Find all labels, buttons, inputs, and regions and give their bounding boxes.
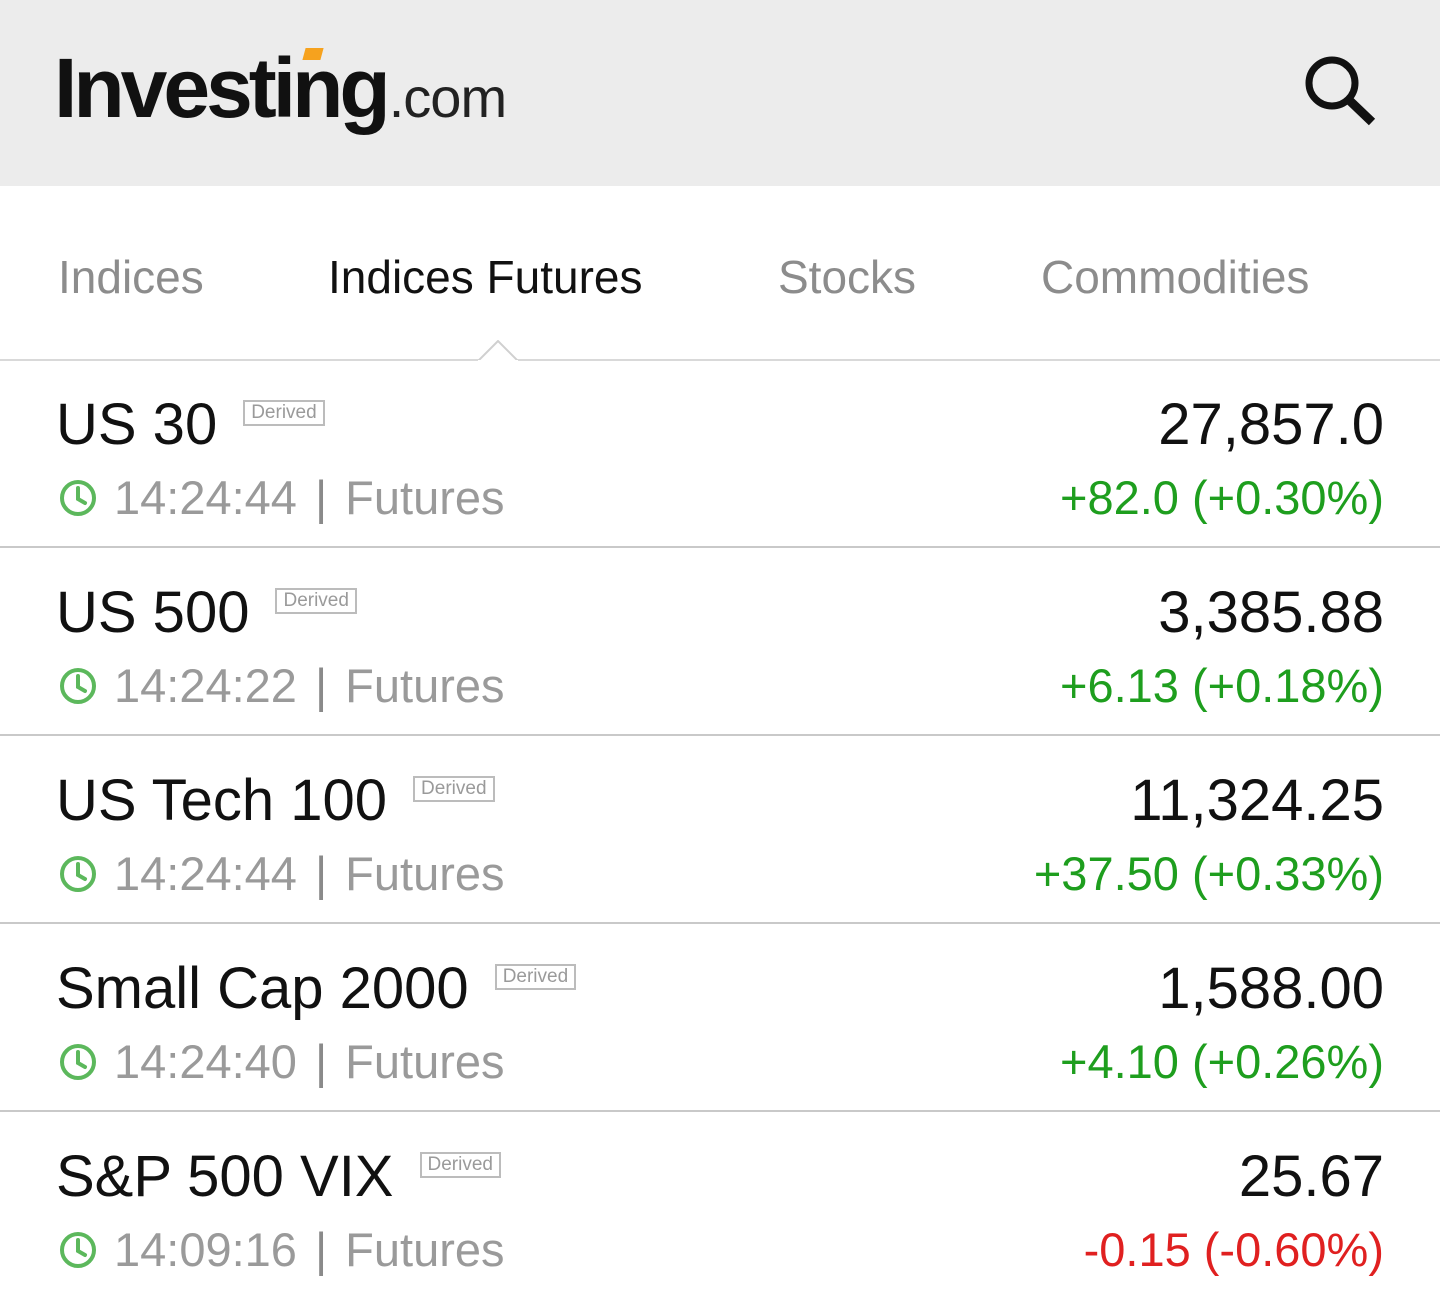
derived-badge: Derived xyxy=(275,588,357,614)
instrument-name: US Tech 100 xyxy=(56,768,388,833)
price-change: -0.15 (-0.60%) xyxy=(1083,1223,1384,1276)
quote-row[interactable]: S&P 500 VIX Derived 14:09:16 | Futures 25.6… xyxy=(0,1114,1440,1300)
instrument-type: Futures xyxy=(345,847,505,900)
quote-meta: 14:24:22 | Futures xyxy=(58,658,505,714)
tab-indices[interactable]: Indices xyxy=(58,250,204,304)
quote-meta: 14:24:44 | Futures xyxy=(58,470,505,526)
tabs-divider xyxy=(0,359,1440,361)
last-price: 11,324.25 xyxy=(1130,768,1384,833)
quote-meta: 14:09:16 | Futures xyxy=(58,1222,505,1278)
investing-logo[interactable]: Investing.com xyxy=(54,40,507,140)
quote-time: 14:24:44 xyxy=(114,847,297,900)
category-tabs: Indices Indices Futures Stocks Commoditi… xyxy=(0,186,1440,362)
quote-time: 14:24:40 xyxy=(114,1035,297,1088)
instrument-name-line: S&P 500 VIX Derived xyxy=(56,1144,501,1210)
clock-icon xyxy=(60,479,96,516)
active-tab-indicator xyxy=(478,340,518,362)
row-divider xyxy=(0,1110,1440,1112)
logo-wordmark: Investing xyxy=(54,41,391,135)
tab-stocks[interactable]: Stocks xyxy=(778,250,916,304)
quote-row[interactable]: US 500 Derived 14:24:22 | Futures 3,385.88 … xyxy=(0,550,1440,736)
meta-separator: | xyxy=(314,659,328,712)
instrument-name-line: US Tech 100 Derived xyxy=(56,768,495,834)
row-divider xyxy=(0,922,1440,924)
meta-separator: | xyxy=(314,1035,328,1088)
search-icon xyxy=(1305,56,1376,126)
meta-separator: | xyxy=(314,1223,328,1276)
instrument-type: Futures xyxy=(345,659,505,712)
instrument-name: US 500 xyxy=(56,580,250,645)
clock-icon xyxy=(60,1043,96,1080)
logo-accent-mark xyxy=(302,48,324,60)
instrument-name: US 30 xyxy=(56,392,218,457)
instrument-type: Futures xyxy=(345,471,505,524)
logo-suffix: .com xyxy=(388,66,507,129)
instrument-name-line: US 500 Derived xyxy=(56,580,357,646)
price-change: +82.0 (+0.30%) xyxy=(1060,471,1384,524)
quote-time: 14:24:44 xyxy=(114,471,297,524)
quote-time: 14:24:22 xyxy=(114,659,297,712)
instrument-type: Futures xyxy=(345,1223,505,1276)
instrument-type: Futures xyxy=(345,1035,505,1088)
quote-row[interactable]: US Tech 100 Derived 14:24:44 | Futures 11,3… xyxy=(0,738,1440,924)
quote-meta: 14:24:40 | Futures xyxy=(58,1034,505,1090)
instrument-name: Small Cap 2000 xyxy=(56,956,469,1021)
tab-indices-futures[interactable]: Indices Futures xyxy=(328,250,642,304)
last-price: 1,588.00 xyxy=(1158,956,1384,1021)
tab-commodities[interactable]: Commodities xyxy=(1041,250,1309,304)
last-price: 3,385.88 xyxy=(1158,580,1384,645)
derived-badge: Derived xyxy=(419,1152,501,1178)
quote-meta: 14:24:44 | Futures xyxy=(58,846,505,902)
instrument-name: S&P 500 VIX xyxy=(56,1144,394,1209)
last-price: 27,857.0 xyxy=(1158,392,1384,457)
quote-row[interactable]: US 30 Derived 14:24:44 | Futures 27,857.0 +… xyxy=(0,362,1440,548)
clock-icon xyxy=(60,1231,96,1268)
last-price: 25.67 xyxy=(1238,1144,1384,1209)
row-divider xyxy=(0,734,1440,736)
clock-icon xyxy=(60,667,96,704)
meta-separator: | xyxy=(314,471,328,524)
app-header: Investing.com xyxy=(0,0,1440,186)
instrument-name-line: Small Cap 2000 Derived xyxy=(56,956,577,1022)
price-change: +6.13 (+0.18%) xyxy=(1060,659,1384,712)
derived-badge: Derived xyxy=(413,776,495,802)
search-button[interactable] xyxy=(1298,50,1384,130)
price-change: +37.50 (+0.33%) xyxy=(1033,847,1384,900)
derived-badge: Derived xyxy=(494,964,577,990)
clock-icon xyxy=(60,855,96,892)
quote-row[interactable]: Small Cap 2000 Derived 14:24:40 | Futures 1… xyxy=(0,926,1440,1112)
derived-badge: Derived xyxy=(243,400,325,426)
price-change: +4.10 (+0.26%) xyxy=(1060,1035,1384,1088)
instrument-name-line: US 30 Derived xyxy=(56,392,325,458)
row-divider xyxy=(0,546,1440,548)
meta-separator: | xyxy=(314,847,328,900)
quote-time: 14:09:16 xyxy=(114,1223,297,1276)
